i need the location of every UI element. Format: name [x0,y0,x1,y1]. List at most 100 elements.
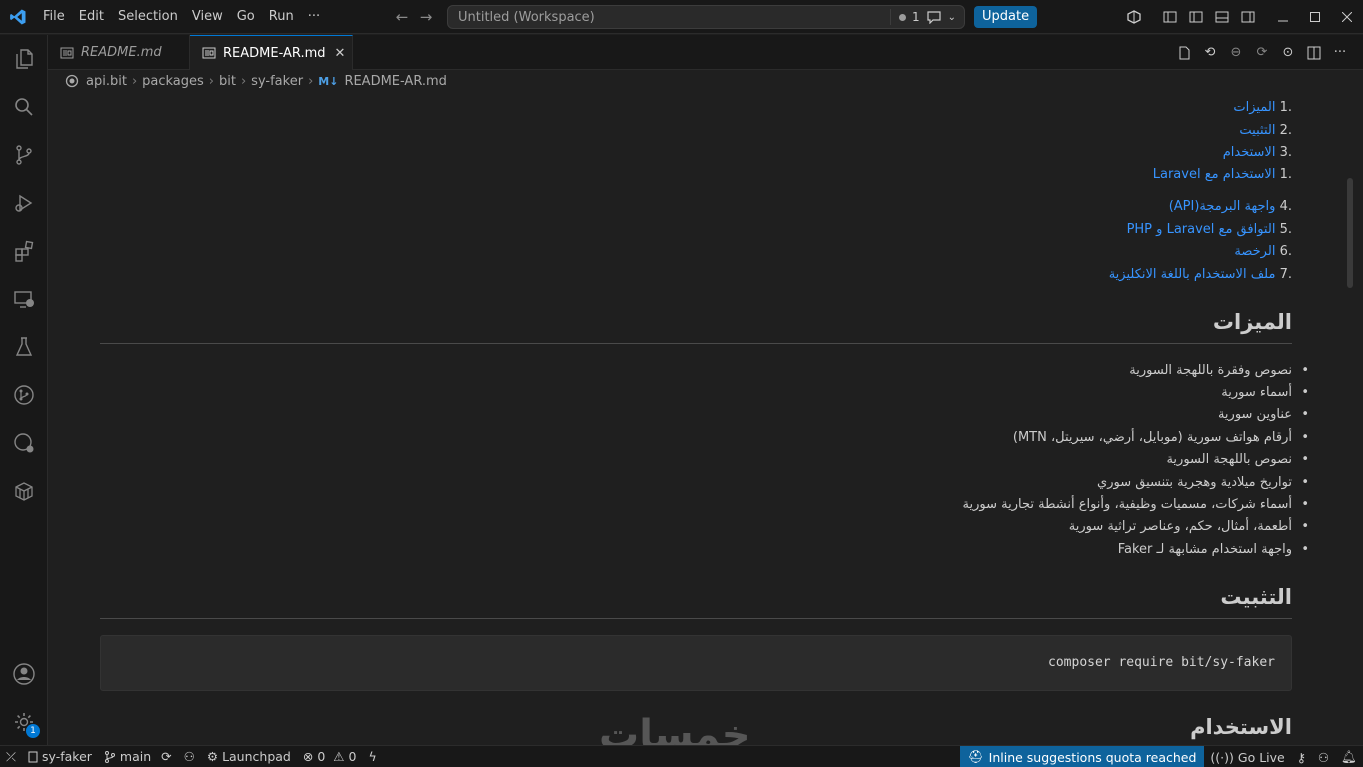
toc-link[interactable]: التثبيت [1239,123,1275,138]
toc-link[interactable]: التوافق مع Laravel و PHP [1127,222,1276,237]
warning-icon: ⚠ [333,749,345,764]
minimize-icon[interactable] [1267,0,1299,34]
folder-indicator[interactable]: sy-faker [22,746,98,767]
vertical-scrollbar[interactable] [1347,178,1353,288]
breadcrumb-item[interactable]: packages [142,74,204,89]
back-arrow-icon[interactable]: ← [394,8,410,26]
tab-readme-ar[interactable]: README-AR.md ✕ [190,35,353,70]
toc-link[interactable]: الاستخدام [1223,145,1276,160]
remote-indicator[interactable]: ⤫ [0,746,22,767]
toc-link[interactable]: ملف الاستخدام باللغة الانكليزية [1109,267,1276,282]
preview-icon [60,47,74,58]
chat-icon[interactable] [926,10,942,24]
toc-item: .2 التثبيت [1239,123,1292,138]
code-block: composer require bit/sy-faker [100,635,1292,691]
accounts-status-icon[interactable]: ⚇ [1312,746,1335,767]
toc-item: .3 الاستخدام [1222,145,1292,160]
workspace-title[interactable]: Untitled (Workspace) [448,10,890,25]
toc-link[interactable]: الاستخدام مع Laravel [1153,167,1276,182]
menu-selection[interactable]: Selection [111,0,185,34]
title-bar: File Edit Selection View Go Run ··· ← → … [0,0,1363,34]
markdown-icon: M↓ [318,74,339,88]
copilot-icon[interactable] [1121,0,1147,34]
toc-link[interactable]: الميزات [1233,100,1275,115]
source-control-icon[interactable] [0,131,48,179]
git-graph-status-icon[interactable]: ⚇ [178,746,201,767]
toggle-sidebar-icon[interactable] [1183,0,1209,34]
extensions-icon[interactable] [0,227,48,275]
chevron-right-icon: › [308,73,314,89]
customize-layout-icon[interactable] [1157,0,1183,34]
toggle-panel-icon[interactable] [1209,0,1235,34]
remote-explorer-icon[interactable] [0,275,48,323]
menu-edit[interactable]: Edit [72,0,111,34]
menu-more[interactable]: ··· [301,0,327,34]
toggle-secondary-sidebar-icon[interactable] [1235,0,1261,34]
chevron-down-icon[interactable]: ⌄ [948,12,956,23]
chevron-right-icon: › [131,73,138,89]
launchpad-indicator[interactable]: ⚙ Launchpad [201,746,297,767]
git-compare-icon[interactable]: ⊙ [1279,44,1297,62]
git-branch-icon [104,750,115,763]
list-item: أسماء سورية [1221,385,1308,400]
github-actions-icon[interactable] [0,419,48,467]
key-icon[interactable]: ⚷ [1291,746,1312,767]
close-tab-icon[interactable]: ✕ [335,46,346,61]
list-item: أطعمة، أمثال، حكم، وعناصر تراثية سورية [1069,519,1310,534]
split-editor-icon[interactable] [1305,44,1323,62]
menu-run[interactable]: Run [262,0,301,34]
menu-go[interactable]: Go [230,0,262,34]
forward-arrow-icon[interactable]: → [418,8,434,26]
git-graph-icon[interactable] [0,371,48,419]
usage-heading: الاستخدام [1190,715,1292,739]
testing-icon[interactable] [0,323,48,371]
sync-icon[interactable]: ⟳ [161,749,171,764]
lightning-icon[interactable]: ϟ [362,746,382,767]
breadcrumb-item[interactable]: bit [219,74,236,89]
status-bar: ⤫ sy-faker main ⟳ ⚇ ⚙ Launchpad ⊗ 0 ⚠ 0 ϟ … [0,745,1363,767]
settings-badge: 1 [26,724,40,738]
install-heading: التثبيت [1220,585,1292,609]
problems-count[interactable]: 1 [912,10,920,24]
more-actions-icon[interactable]: ··· [1331,44,1349,62]
menu-view[interactable]: View [185,0,230,34]
circle-icon[interactable]: ⊖ [1227,44,1245,62]
update-button[interactable]: Update [974,6,1038,28]
toc-link[interactable]: الرخصة [1234,244,1275,259]
maximize-icon[interactable] [1299,0,1331,34]
notifications-bell-icon[interactable]: 🔔︎ [1335,746,1363,767]
close-window-icon[interactable] [1331,0,1363,34]
list-item: تواريخ ميلادية وهجرية بتنسيق سوري [1097,475,1309,490]
branch-indicator[interactable]: main ⟳ [98,746,178,767]
containers-icon[interactable] [0,467,48,515]
file-icon [28,751,38,762]
toc-link[interactable]: واجهة البرمجة(API) [1169,199,1276,214]
go-forward-icon[interactable]: ⟳ [1253,44,1271,62]
broadcast-icon: ((·)) [1210,749,1234,765]
toc-item: .7 ملف الاستخدام باللغة الانكليزية [1108,267,1292,282]
search-icon[interactable] [0,83,48,131]
problems-indicator[interactable]: ⊗ 0 ⚠ 0 [297,746,363,767]
launchpad-icon: ⚙ [206,749,219,764]
explorer-icon[interactable] [0,35,48,83]
tab-label: README.md [81,45,162,60]
remote-icon: ⤫ [6,748,17,764]
command-center[interactable]: Untitled (Workspace) 1 ⌄ [447,5,965,29]
breadcrumb-item[interactable]: api.bit [86,74,127,89]
open-source-icon[interactable] [1175,44,1193,62]
tab-readme[interactable]: README.md [48,35,190,70]
toc-item: .5 التوافق مع Laravel و PHP [1126,222,1292,237]
breadcrumb-item[interactable]: README-AR.md [344,74,447,89]
watermark-logo: خمسات [599,712,751,745]
menu-file[interactable]: File [36,0,72,34]
copilot-quota-indicator[interactable]: ⛑ Inline suggestions quota reached [959,746,1205,767]
list-item: عناوين سورية [1218,407,1309,422]
list-item: نصوص وفقرة باللهجة السورية [1129,363,1308,378]
copilot-icon: ⛑ [967,749,984,764]
go-back-icon[interactable]: ⟲ [1201,44,1219,62]
run-debug-icon[interactable] [0,179,48,227]
go-live-button[interactable]: ((·)) Go Live [1204,746,1290,767]
manage-gear-icon[interactable]: 1 [0,698,48,746]
account-icon[interactable] [0,650,48,698]
breadcrumb-item[interactable]: sy-faker [251,74,303,89]
